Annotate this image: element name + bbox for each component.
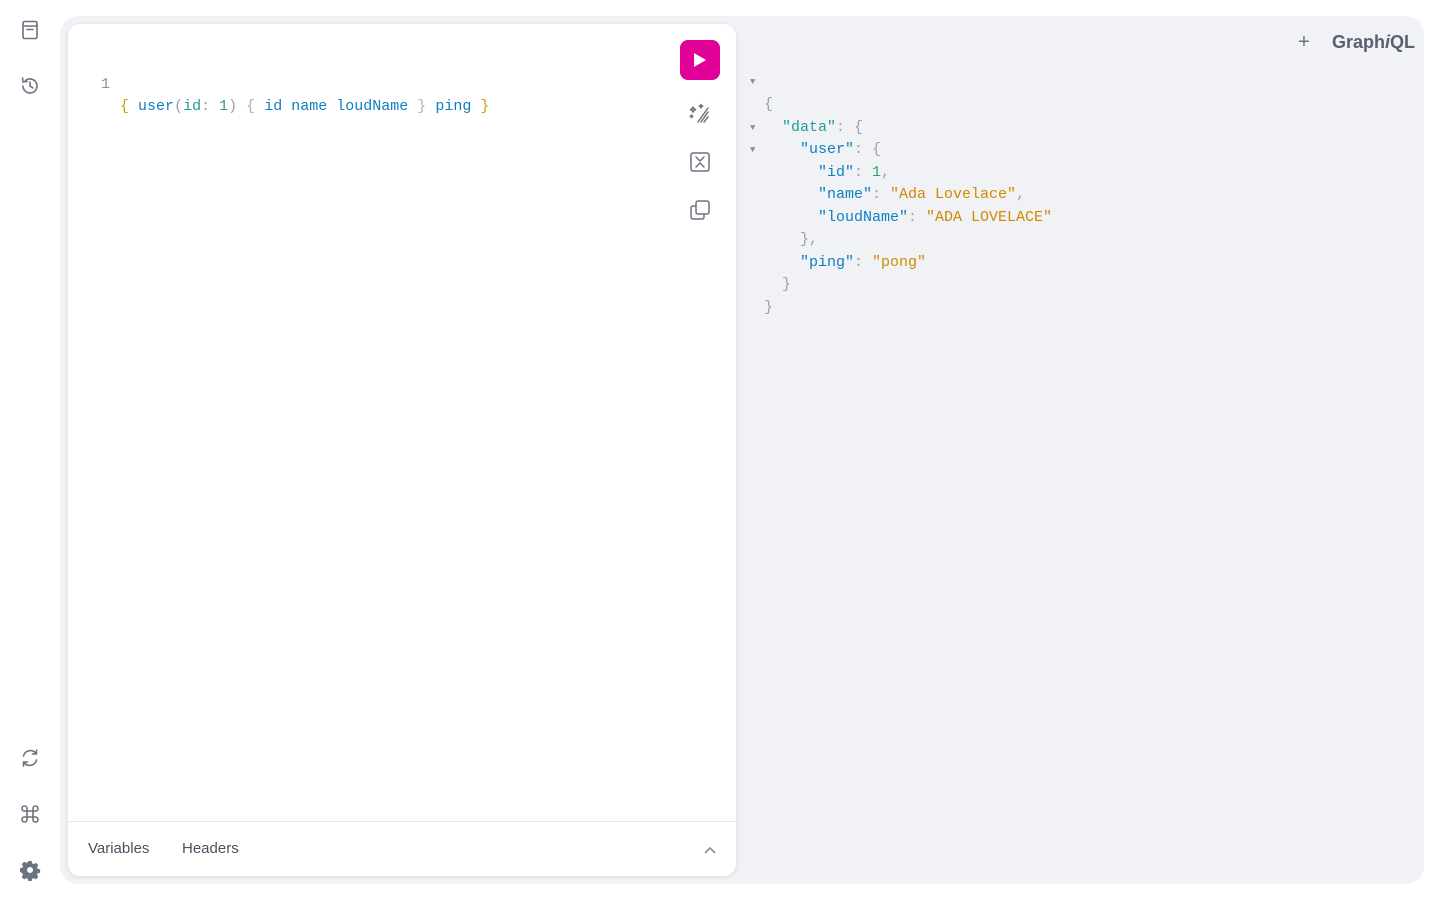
prettify-icon: [689, 103, 709, 123]
tab-variables[interactable]: Variables: [88, 840, 149, 857]
result-line: }: [782, 275, 792, 293]
play-icon: [694, 53, 706, 67]
result-line: ▼{: [750, 71, 804, 113]
token-brace: {: [246, 98, 256, 115]
history-button[interactable]: [14, 70, 46, 102]
prettify-button[interactable]: [684, 98, 716, 130]
result-viewer[interactable]: ▼{ ▼ "data": { ▼ "user": { "id": 1, "name"…: [750, 71, 1350, 316]
toggle-editor-tools-button[interactable]: [700, 840, 720, 860]
token-punct: ): [228, 98, 238, 115]
editor-tools-footer: Variables Headers: [68, 821, 736, 876]
result-key: "loudName": [818, 208, 909, 226]
settings-button[interactable]: [14, 854, 46, 886]
chevron-up-icon: [704, 846, 716, 854]
result-line: "id": 1,: [818, 163, 891, 181]
shortcuts-icon: [21, 805, 39, 823]
result-line: "loudName": "ADA LOVELACE": [818, 208, 1053, 226]
settings-icon: [20, 861, 41, 881]
line-number: 1: [100, 76, 110, 93]
tab-headers[interactable]: Headers: [182, 840, 239, 857]
logo-suffix: QL: [1390, 32, 1416, 52]
result-key: "name": [818, 185, 873, 203]
token-brace: }: [417, 98, 427, 115]
logo-prefix: Graph: [1332, 32, 1386, 52]
merge-fragments-icon: [690, 152, 710, 172]
refetch-schema-icon: [22, 749, 38, 767]
documentation-explorer-button[interactable]: [14, 14, 46, 46]
result-value: "pong": [872, 253, 927, 271]
sidebar: [0, 0, 60, 900]
graphiql-logo: GraphiQL: [1332, 32, 1415, 53]
execute-query-button[interactable]: [680, 40, 720, 80]
result-value: "ADA LOVELACE": [926, 208, 1053, 226]
result-line: }: [764, 298, 774, 316]
keyboard-shortcuts-button[interactable]: [14, 798, 46, 830]
history-icon: [21, 77, 38, 94]
token-brace: {: [120, 98, 130, 115]
documentation-icon: [22, 20, 38, 40]
result-line: "name": "Ada Lovelace",: [818, 185, 1026, 203]
fold-toggle-icon[interactable]: ▼: [750, 71, 760, 94]
token-field: user: [138, 98, 175, 115]
result-value: 1: [872, 163, 882, 181]
result-key: "user": [800, 140, 855, 158]
merge-fragments-button[interactable]: [684, 146, 716, 178]
copy-query-button[interactable]: [684, 194, 716, 226]
token-punct: (: [174, 98, 184, 115]
result-value: "Ada Lovelace": [890, 185, 1017, 203]
query-editor[interactable]: 1 { user(id: 1) { id name loudName } pin…: [68, 24, 736, 876]
token-punct: :: [201, 98, 211, 115]
result-line: "ping": "pong": [800, 253, 927, 271]
refetch-schema-button[interactable]: [14, 742, 46, 774]
token-field: ping: [435, 98, 472, 115]
token-field: loudName: [336, 98, 409, 115]
code-line[interactable]: 1 { user(id: 1) { id name loudName } pin…: [68, 52, 668, 115]
query-text[interactable]: { user(id: 1) { id name loudName } ping …: [120, 96, 489, 118]
result-line: ▼ "user": {: [750, 116, 881, 158]
result-line: },: [800, 230, 819, 248]
result-key: "ping": [800, 253, 855, 271]
token-arg: id: [183, 98, 202, 115]
token-brace: }: [480, 98, 490, 115]
token-field: name: [291, 98, 328, 115]
copy-icon: [690, 200, 710, 220]
token-number: 1: [219, 98, 229, 115]
main-panel: 1 { user(id: 1) { id name loudName } pin…: [60, 16, 1424, 884]
token-field: id: [264, 98, 283, 115]
result-key: "id": [818, 163, 855, 181]
result-line: ▼ "data": {: [750, 94, 863, 136]
add-tab-button[interactable]: +: [1294, 32, 1314, 54]
